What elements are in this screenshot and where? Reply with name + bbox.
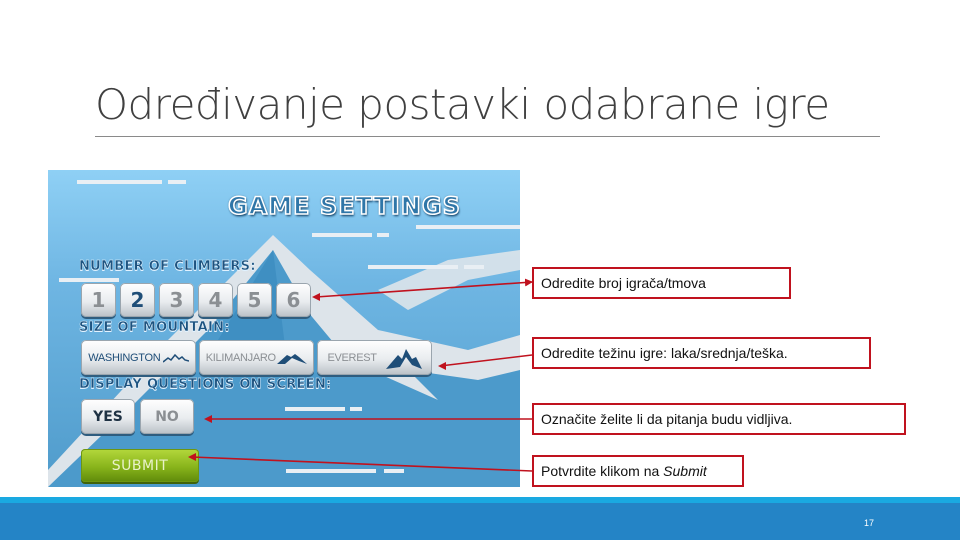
slide-title: Određivanje postavki odabrane igre bbox=[95, 80, 830, 129]
cloud-streak bbox=[464, 265, 484, 269]
game-settings-screenshot: GAME SETTINGS NUMBER OF CLIMBERS: 1 2 3 … bbox=[48, 170, 520, 487]
display-questions-label: DISPLAY QUESTIONS ON SCREEN: bbox=[79, 377, 332, 392]
mountain-everest-button[interactable]: EVEREST bbox=[317, 340, 432, 375]
cloud-streak bbox=[59, 278, 119, 282]
cloud-streak bbox=[416, 225, 520, 229]
cloud-streak bbox=[285, 407, 345, 411]
questions-no-button[interactable]: NO bbox=[140, 399, 194, 434]
footer-bar bbox=[0, 503, 960, 540]
callout-submit: Potvrdite klikom na Submit bbox=[532, 455, 744, 487]
climbers-button-6[interactable]: 6 bbox=[276, 283, 311, 317]
climbers-button-5[interactable]: 5 bbox=[237, 283, 272, 317]
climbers-button-3[interactable]: 3 bbox=[159, 283, 194, 317]
submit-button[interactable]: SUBMIT bbox=[81, 449, 199, 482]
climbers-button-1[interactable]: 1 bbox=[81, 283, 116, 317]
climbers-label: NUMBER OF CLIMBERS: bbox=[79, 259, 256, 274]
game-settings-title: GAME SETTINGS bbox=[227, 191, 461, 221]
tall-mountain-icon bbox=[385, 348, 422, 369]
mountain-size-label: SIZE OF MOUNTAIN: bbox=[79, 320, 230, 335]
mountain-washington-button[interactable]: WASHINGTON bbox=[81, 340, 196, 375]
cloud-streak bbox=[377, 233, 389, 237]
callout-mountain-size: Odredite težinu igre: laka/srednja/teška… bbox=[532, 337, 871, 369]
page-number: 17 bbox=[864, 518, 875, 528]
mountain-kilimanjaro-button[interactable]: KILIMANJARO bbox=[199, 340, 314, 375]
medium-mountain-icon bbox=[277, 353, 308, 364]
cloud-streak bbox=[384, 469, 404, 473]
callout-display-questions: Označite želite li da pitanja budu vidlj… bbox=[532, 403, 906, 435]
cloud-streak bbox=[312, 233, 372, 237]
callout-climbers: Odredite broj igrača/tmova bbox=[532, 267, 791, 299]
climbers-button-2[interactable]: 2 bbox=[120, 283, 155, 317]
cloud-streak bbox=[350, 407, 362, 411]
title-divider bbox=[95, 136, 880, 137]
cloud-streak bbox=[368, 265, 458, 269]
cloud-streak bbox=[168, 180, 186, 184]
small-mountain-icon bbox=[162, 353, 189, 363]
cloud-streak bbox=[77, 180, 162, 184]
climbers-button-4[interactable]: 4 bbox=[198, 283, 233, 317]
cloud-streak bbox=[286, 469, 376, 473]
questions-yes-button[interactable]: YES bbox=[81, 399, 135, 434]
mountain-peak-shape bbox=[378, 250, 520, 310]
